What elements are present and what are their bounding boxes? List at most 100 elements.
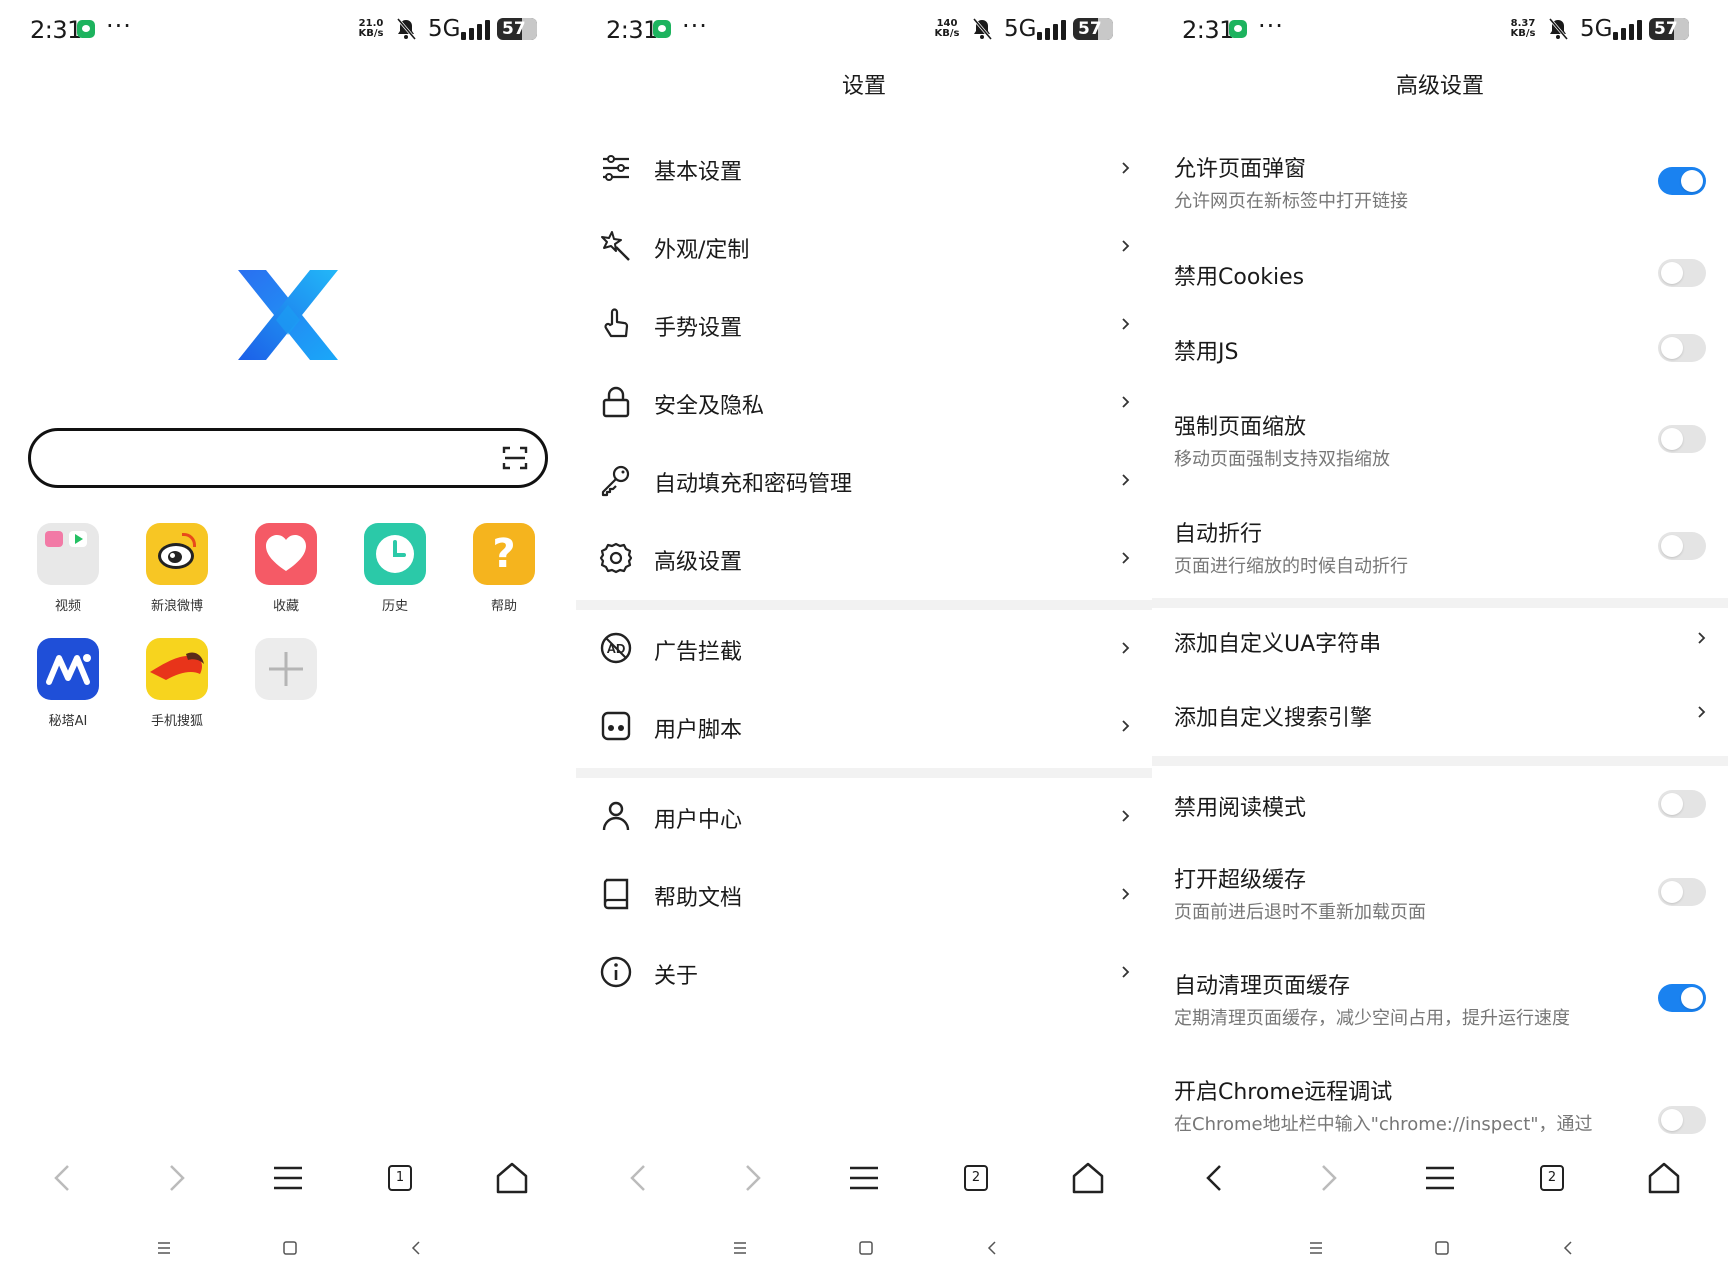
menu-item-appearance[interactable]: 外观/定制 [576, 208, 1152, 286]
menu-icon[interactable] [844, 1158, 884, 1198]
system-menu-icon[interactable] [728, 1236, 752, 1260]
tab-count: 2 [1540, 1165, 1564, 1191]
shortcut-metaso[interactable]: 秘塔AI [13, 638, 123, 729]
menu-item-gestures[interactable]: 手势设置 [576, 286, 1152, 364]
key-icon [601, 465, 630, 497]
system-menu-icon[interactable] [152, 1236, 176, 1260]
system-menu-icon[interactable] [1304, 1236, 1328, 1260]
toggle-switch[interactable] [1658, 334, 1706, 362]
forward-icon[interactable] [731, 1158, 771, 1198]
shortcut-help[interactable]: ? 帮助 [449, 523, 559, 614]
shortcut-history[interactable]: 历史 [340, 523, 450, 614]
status-time: 2:31 [30, 16, 82, 44]
battery-level: 57 [1078, 19, 1102, 39]
menu-item-basic-settings[interactable]: 基本设置 [576, 130, 1152, 208]
menu-item-security-privacy[interactable]: 安全及隐私 [576, 364, 1152, 442]
toggle-switch[interactable] [1658, 984, 1706, 1012]
forward-icon[interactable] [1307, 1158, 1347, 1198]
menu-item-label: 关于 [654, 964, 699, 989]
setting-disable-reader-mode[interactable]: 禁用阅读模式 [1152, 786, 1728, 846]
status-time: 2:31 [1182, 16, 1234, 44]
page-title: 设置 [841, 74, 886, 99]
wechat-notification-icon [77, 20, 95, 38]
setting-auto-wrap[interactable]: 自动折行 页面进行缩放的时候自动折行 [1152, 510, 1728, 602]
back-icon[interactable] [1196, 1158, 1236, 1198]
tab-count: 1 [388, 1165, 412, 1191]
browser-toolbar: 1 [0, 1148, 576, 1208]
setting-custom-search-engine[interactable]: 添加自定义搜索引擎 [1152, 696, 1728, 756]
menu-item-advanced-settings[interactable]: 高级设置 [576, 520, 1152, 598]
shortcut-favorites[interactable]: 收藏 [231, 523, 341, 614]
tabs-button[interactable]: 2 [956, 1158, 996, 1198]
system-back-icon[interactable] [1556, 1236, 1580, 1260]
wechat-notification-icon [1229, 20, 1247, 38]
menu-item-user-scripts[interactable]: 用户脚本 [576, 688, 1152, 766]
battery-level: 57 [1654, 19, 1678, 39]
menu-icon[interactable] [1420, 1158, 1460, 1198]
system-nav-bar [1152, 1228, 1728, 1268]
back-icon[interactable] [44, 1158, 84, 1198]
chevron-right-icon [1698, 706, 1706, 718]
chevron-right-icon [1122, 720, 1130, 732]
setting-subtitle: 页面前进后退时不重新加载页面 [1174, 902, 1426, 923]
menu-item-about[interactable]: 关于 [576, 934, 1152, 1012]
shortcut-video[interactable]: 视频 [13, 523, 123, 614]
shortcut-add[interactable] [231, 638, 341, 710]
system-nav-bar [576, 1228, 1152, 1268]
setting-chrome-remote-debug[interactable]: 开启Chrome远程调试 在Chrome地址栏中输入"chrome://insp… [1152, 1068, 1728, 1142]
home-icon[interactable] [1068, 1158, 1108, 1198]
shortcut-label: 历史 [381, 599, 408, 614]
toggle-switch[interactable] [1658, 167, 1706, 195]
toggle-switch[interactable] [1658, 532, 1706, 560]
setting-title: 自动清理页面缓存 [1174, 974, 1351, 999]
home-icon[interactable] [1644, 1158, 1684, 1198]
toggle-switch[interactable] [1658, 259, 1706, 287]
tabs-button[interactable]: 1 [380, 1158, 420, 1198]
shortcut-label: 收藏 [272, 599, 299, 614]
system-home-icon[interactable] [854, 1236, 878, 1260]
lock-icon [602, 386, 630, 418]
toggle-switch[interactable] [1658, 878, 1706, 906]
toggle-switch[interactable] [1658, 1106, 1706, 1134]
menu-icon[interactable] [268, 1158, 308, 1198]
system-home-icon[interactable] [1430, 1236, 1454, 1260]
menu-item-user-center[interactable]: 用户中心 [576, 778, 1152, 856]
back-icon[interactable] [620, 1158, 660, 1198]
setting-force-zoom[interactable]: 强制页面缩放 移动页面强制支持双指缩放 [1152, 403, 1728, 503]
home-icon[interactable] [492, 1158, 532, 1198]
status-bar: 2:31 ··· 8.37 KB/s 5G 57 [1152, 0, 1728, 60]
setting-subtitle: 定期清理页面缓存，减少空间占用，提升运行速度 [1174, 1008, 1570, 1029]
shortcut-label: 新浪微博 [150, 599, 203, 614]
setting-custom-ua[interactable]: 添加自定义UA字符串 [1152, 622, 1728, 682]
system-back-icon[interactable] [404, 1236, 428, 1260]
shortcut-label: 视频 [54, 599, 81, 614]
menu-item-help-docs[interactable]: 帮助文档 [576, 856, 1152, 934]
system-home-icon[interactable] [278, 1236, 302, 1260]
setting-disable-js[interactable]: 禁用JS [1152, 330, 1728, 394]
shortcut-weibo[interactable]: 新浪微博 [122, 523, 232, 614]
menu-item-ad-block[interactable]: AD 广告拦截 [576, 610, 1152, 688]
setting-disable-cookies[interactable]: 禁用Cookies [1152, 255, 1728, 319]
search-input[interactable] [28, 428, 548, 488]
tabs-button[interactable]: 2 [1532, 1158, 1572, 1198]
system-back-icon[interactable] [980, 1236, 1004, 1260]
scan-icon[interactable] [501, 444, 529, 472]
toggle-switch[interactable] [1658, 790, 1706, 818]
forward-icon[interactable] [155, 1158, 195, 1198]
magic-wand-icon [601, 231, 630, 261]
menu-item-autofill-passwords[interactable]: 自动填充和密码管理 [576, 442, 1152, 520]
setting-title: 打开超级缓存 [1174, 868, 1307, 893]
advanced-settings-screen: 2:31 ··· 8.37 KB/s 5G 57 高级设置 允许页面弹窗 允许网… [1152, 0, 1728, 1280]
section-divider [576, 768, 1152, 778]
toggle-switch[interactable] [1658, 425, 1706, 453]
shortcut-sohu[interactable]: 手机搜狐 [122, 638, 232, 729]
gear-icon [599, 542, 633, 574]
signal-icon [1613, 19, 1643, 40]
mute-bell-icon [972, 18, 992, 40]
chevron-right-icon [1122, 810, 1130, 822]
setting-auto-clear-cache[interactable]: 自动清理页面缓存 定期清理页面缓存，减少空间占用，提升运行速度 [1152, 962, 1728, 1062]
menu-item-label: 用户脚本 [654, 718, 743, 743]
setting-allow-popups[interactable]: 允许页面弹窗 允许网页在新标签中打开链接 [1152, 145, 1728, 245]
shortcut-label: 秘塔AI [48, 714, 88, 729]
setting-super-cache[interactable]: 打开超级缓存 页面前进后退时不重新加载页面 [1152, 856, 1728, 956]
